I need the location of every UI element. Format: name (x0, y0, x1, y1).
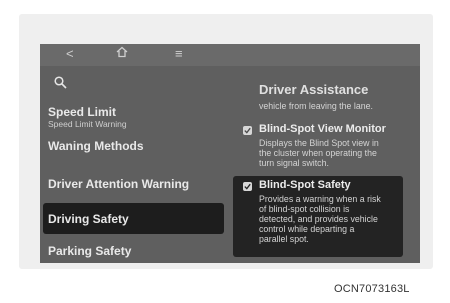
option-desc-line: control while departing a (259, 224, 355, 234)
menu-item-driver-attention-warning[interactable]: Driver Attention Warning (40, 172, 224, 194)
menu-item-label: Waning Methods (48, 139, 144, 153)
infotainment-screen: < ≡ Speed Limit Speed Limit Warning Wani… (40, 44, 420, 263)
option-desc-line: detected, and provides vehicle (259, 214, 378, 224)
menu-item-label: Parking Safety (48, 244, 132, 258)
option-desc-line: of blind-spot collision is (259, 204, 350, 214)
checkbox-checked-icon[interactable] (243, 182, 252, 191)
option-desc-line: turn signal switch. (259, 158, 329, 168)
menu-item-warning-methods[interactable]: Waning Methods (40, 134, 224, 156)
menu-item-speed-limit[interactable]: Speed Limit Speed Limit Warning (40, 101, 224, 131)
option-desc-line: the cluster when operating the (259, 148, 377, 158)
option-desc-line: Provides a warning when a risk (259, 194, 381, 204)
truncated-description: vehicle from leaving the lane. (259, 101, 373, 111)
back-chevron-icon[interactable]: < (66, 46, 74, 61)
menu-icon[interactable]: ≡ (175, 46, 183, 61)
menu-item-label: Driver Attention Warning (48, 177, 190, 191)
figure-code: OCN7073163L (334, 283, 410, 295)
search-icon[interactable] (54, 76, 67, 94)
option-label: Blind-Spot View Monitor (259, 123, 386, 135)
page-title: Driver Assistance (259, 82, 369, 97)
checkbox-checked-icon[interactable] (243, 126, 252, 135)
option-desc-line: Displays the Blind Spot view in (259, 138, 379, 148)
menu-item-parking-safety[interactable]: Parking Safety (40, 240, 224, 262)
menu-item-driving-safety[interactable]: Driving Safety (43, 203, 224, 234)
menu-item-label: Speed Limit (48, 105, 117, 119)
menu-item-sublabel: Speed Limit Warning (48, 119, 127, 129)
home-icon[interactable] (116, 46, 128, 58)
option-label: Blind-Spot Safety (259, 179, 351, 191)
option-desc-line: parallel spot. (259, 234, 309, 244)
top-bar: < ≡ (40, 44, 420, 66)
menu-item-label: Driving Safety (48, 212, 129, 226)
